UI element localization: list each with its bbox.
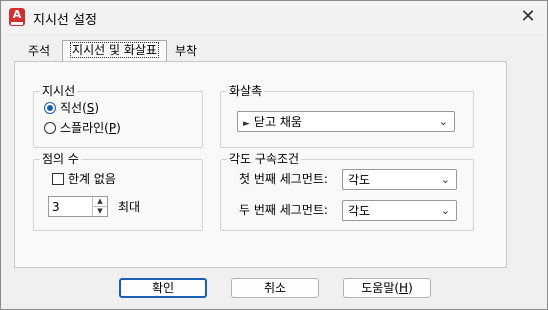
no-limit-checkbox[interactable] bbox=[52, 173, 64, 185]
spline-radio[interactable] bbox=[44, 122, 56, 134]
leader-group: 지시선 직선(S) 스플라인(P) bbox=[33, 84, 203, 148]
arrowhead-group: 화살촉 ► 닫고 채움 ⌄ bbox=[220, 84, 474, 148]
close-icon[interactable]: ✕ bbox=[517, 6, 539, 28]
first-segment-value: 각도 bbox=[348, 173, 371, 187]
tab-annotation[interactable]: 주석 bbox=[15, 41, 63, 62]
arrowhead-select[interactable]: ► 닫고 채움 ⌄ bbox=[237, 111, 455, 132]
second-segment-label: 두 번째 세그먼트: bbox=[239, 203, 328, 217]
first-segment-label: 첫 번째 세그먼트: bbox=[239, 172, 328, 186]
second-segment-value: 각도 bbox=[348, 204, 371, 218]
angle-constraint-group-title: 각도 구속조건 bbox=[227, 152, 302, 166]
chevron-down-icon: ⌄ bbox=[438, 115, 448, 128]
tab-leader-and-arrow[interactable]: 지시선 및 화살표 bbox=[62, 40, 167, 62]
angle-constraint-group: 각도 구속조건 첫 번째 세그먼트: 각도 ⌄ 두 번째 세그먼트: 각도 ⌄ bbox=[220, 152, 474, 231]
first-segment-select[interactable]: 각도 ⌄ bbox=[342, 169, 457, 190]
max-points-value: 3 bbox=[52, 200, 60, 214]
dialog-window: A 지시선 설정 ✕ 주석 지시선 및 화살표 부착 지시선 직선(S) 스플라… bbox=[0, 0, 548, 310]
chevron-down-icon: ⌄ bbox=[440, 204, 450, 217]
autocad-app-icon: A bbox=[9, 8, 25, 26]
stepper-up-icon[interactable]: ▲ bbox=[93, 197, 107, 207]
max-points-stepper[interactable]: 3 ▲ ▼ bbox=[48, 196, 108, 217]
straight-radio[interactable] bbox=[44, 102, 56, 114]
stepper-down-icon[interactable]: ▼ bbox=[93, 207, 107, 216]
arrow-icon: ► bbox=[243, 119, 250, 129]
max-label: 최대 bbox=[118, 200, 141, 214]
spline-radio-label[interactable]: 스플라인(P) bbox=[60, 121, 121, 135]
help-button[interactable]: 도움말(H) bbox=[343, 278, 431, 298]
dialog-title: 지시선 설정 bbox=[33, 13, 97, 28]
no-limit-label[interactable]: 한계 없음 bbox=[68, 172, 116, 186]
tab-panel: 지시선 직선(S) 스플라인(P) 화살촉 ► 닫고 채움 ⌄ 점의 수 한계 없… bbox=[14, 61, 507, 268]
second-segment-select[interactable]: 각도 ⌄ bbox=[342, 200, 457, 221]
leader-group-title: 지시선 bbox=[40, 84, 78, 98]
points-group-title: 점의 수 bbox=[40, 152, 81, 166]
ok-button[interactable]: 확인 bbox=[119, 278, 207, 298]
cancel-button[interactable]: 취소 bbox=[231, 278, 319, 298]
arrowhead-select-value: 닫고 채움 bbox=[253, 115, 302, 129]
points-group: 점의 수 한계 없음 3 ▲ ▼ 최대 bbox=[33, 152, 203, 231]
title-bar: A 지시선 설정 ✕ bbox=[1, 1, 547, 33]
straight-radio-label[interactable]: 직선(S) bbox=[60, 101, 99, 115]
tab-attachment[interactable]: 부착 bbox=[165, 41, 207, 62]
arrowhead-group-title: 화살촉 bbox=[227, 84, 265, 98]
chevron-down-icon: ⌄ bbox=[440, 173, 450, 186]
